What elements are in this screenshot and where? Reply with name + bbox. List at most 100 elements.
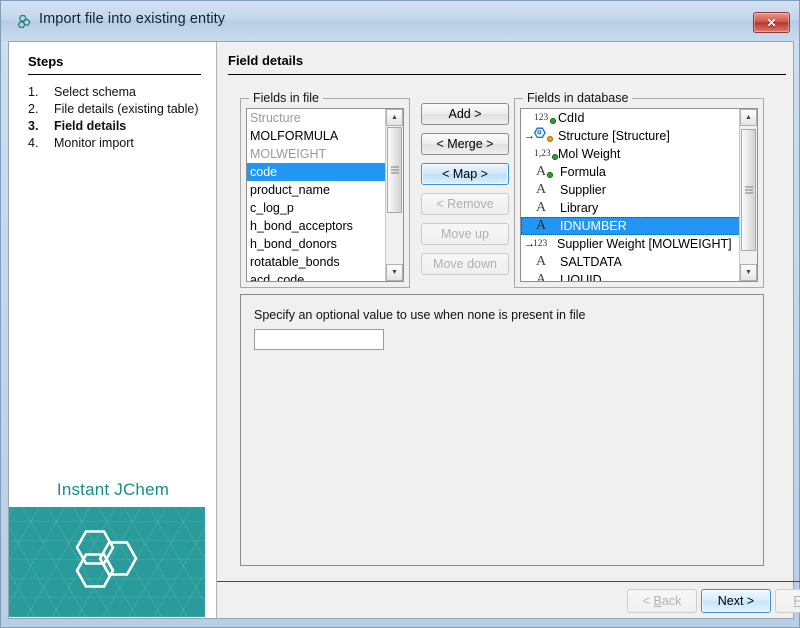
list-item[interactable]: h_bond_acceptors bbox=[247, 217, 386, 235]
merge-button[interactable]: < Merge > bbox=[421, 133, 509, 155]
list-item[interactable]: c_log_p bbox=[247, 199, 386, 217]
map-arrow-icon: → bbox=[524, 127, 533, 145]
field-label: LIQUID bbox=[560, 271, 602, 281]
field-label: Structure [Structure] bbox=[558, 127, 670, 145]
scroll-grip-icon bbox=[745, 187, 753, 194]
list-item[interactable]: → 123 Supplier Weight [MOLWEIGHT] bbox=[521, 235, 740, 253]
footer-separator bbox=[217, 581, 800, 582]
close-icon: ✕ bbox=[754, 13, 789, 32]
move-up-button: Move up bbox=[421, 223, 509, 245]
hexagon-logo-icon bbox=[64, 524, 150, 601]
list-item[interactable]: A Library bbox=[521, 199, 740, 217]
page-title-rule bbox=[228, 74, 786, 75]
optional-value-panel: Specify an optional value to use when no… bbox=[240, 294, 764, 566]
finish-mnemonic: F bbox=[793, 594, 800, 608]
fields-in-database-items: 123 CdId → bbox=[521, 109, 740, 281]
back-mnemonic: B bbox=[653, 594, 661, 608]
brand-banner bbox=[9, 507, 205, 617]
optional-value-input[interactable] bbox=[254, 329, 384, 350]
field-label: CdId bbox=[558, 109, 584, 127]
fields-in-file-listbox[interactable]: Structure MOLFORMULA MOLWEIGHT code prod… bbox=[246, 108, 404, 282]
steps-sidebar: Steps 1. Select schema 2. File details (… bbox=[9, 42, 217, 618]
next-button[interactable]: Next > bbox=[701, 589, 771, 613]
numeric-123-icon: 123 bbox=[533, 109, 558, 127]
optional-value-label: Specify an optional value to use when no… bbox=[254, 308, 585, 322]
field-label: Formula bbox=[560, 163, 606, 181]
fields-in-database-scrollbar[interactable]: ▲ ▼ bbox=[739, 109, 757, 281]
scroll-up-icon[interactable]: ▲ bbox=[740, 109, 757, 126]
field-label: Mol Weight bbox=[558, 145, 620, 163]
list-item[interactable]: A LIQUID bbox=[521, 271, 740, 281]
step-item-1: 1. Select schema bbox=[28, 84, 208, 100]
step-item-2: 2. File details (existing table) bbox=[28, 101, 208, 117]
scroll-thumb[interactable] bbox=[387, 127, 402, 213]
list-item[interactable]: acd_code bbox=[247, 271, 386, 281]
steps-list: 1. Select schema 2. File details (existi… bbox=[28, 84, 208, 152]
list-item[interactable]: product_name bbox=[247, 181, 386, 199]
field-label: SALTDATA bbox=[560, 253, 622, 271]
remove-button: < Remove bbox=[421, 193, 509, 215]
move-down-button: Move down bbox=[421, 253, 509, 275]
back-button: < Back bbox=[627, 589, 697, 613]
step-label: Field details bbox=[54, 118, 208, 134]
window-title: Import file into existing entity bbox=[39, 11, 225, 27]
main-panel: Field details Fields in file Structure M… bbox=[217, 42, 793, 618]
fields-in-file-scrollbar[interactable]: ▲ ▼ bbox=[385, 109, 403, 281]
list-item[interactable]: A Formula bbox=[521, 163, 740, 181]
finish-button: Finish bbox=[775, 589, 800, 613]
list-item[interactable]: 123 CdId bbox=[521, 109, 740, 127]
step-label: Monitor import bbox=[54, 135, 208, 151]
field-label: IDNUMBER bbox=[560, 217, 627, 235]
back-label-pre: < bbox=[643, 594, 654, 608]
step-label: Select schema bbox=[54, 84, 208, 100]
dialog-window: Import file into existing entity ✕ Steps… bbox=[0, 0, 800, 628]
step-number: 1. bbox=[28, 84, 54, 100]
step-number: 2. bbox=[28, 101, 54, 117]
map-button[interactable]: < Map > bbox=[421, 163, 509, 185]
numeric-decimal-icon: 1,23 bbox=[533, 145, 558, 163]
text-field-icon: A bbox=[533, 271, 560, 281]
scroll-down-icon[interactable]: ▼ bbox=[386, 264, 403, 281]
fields-in-database-group: Fields in database 123 CdId → bbox=[514, 98, 764, 288]
map-arrow-icon: → bbox=[524, 235, 533, 253]
back-label-post: ack bbox=[662, 594, 681, 608]
list-item[interactable]: A SALTDATA bbox=[521, 253, 740, 271]
list-item[interactable]: h_bond_donors bbox=[247, 235, 386, 253]
add-button[interactable]: Add > bbox=[421, 103, 509, 125]
list-item[interactable]: A IDNUMBER bbox=[521, 217, 740, 235]
title-bar: Import file into existing entity ✕ bbox=[1, 1, 799, 41]
structure-hexagon-icon bbox=[533, 127, 558, 145]
list-item[interactable]: MOLFORMULA bbox=[247, 127, 386, 145]
page-title: Field details bbox=[228, 53, 303, 68]
steps-heading: Steps bbox=[28, 54, 63, 69]
text-field-icon: A bbox=[533, 217, 560, 235]
list-item[interactable]: 1,23 Mol Weight bbox=[521, 145, 740, 163]
scroll-up-icon[interactable]: ▲ bbox=[386, 109, 403, 126]
close-button[interactable]: ✕ bbox=[753, 12, 790, 33]
text-field-icon: A bbox=[533, 253, 560, 271]
text-field-icon: A bbox=[533, 181, 560, 199]
step-number: 3. bbox=[28, 118, 54, 134]
hexagon-cluster-icon bbox=[15, 13, 33, 31]
fields-in-database-listbox[interactable]: 123 CdId → bbox=[520, 108, 758, 282]
fields-in-file-group: Fields in file Structure MOLFORMULA MOLW… bbox=[240, 98, 410, 288]
steps-divider-rule bbox=[28, 74, 201, 75]
list-item[interactable]: rotatable_bonds bbox=[247, 253, 386, 271]
field-label: Library bbox=[560, 199, 598, 217]
list-item[interactable]: → Structure [Structure] bbox=[521, 127, 740, 145]
fields-in-file-legend: Fields in file bbox=[249, 91, 323, 105]
scroll-down-icon[interactable]: ▼ bbox=[740, 264, 757, 281]
brand-name: Instant JChem bbox=[9, 480, 217, 500]
fields-in-database-legend: Fields in database bbox=[523, 91, 632, 105]
fields-in-file-items: Structure MOLFORMULA MOLWEIGHT code prod… bbox=[247, 109, 386, 281]
list-item[interactable]: code bbox=[247, 163, 386, 181]
list-item[interactable]: A Supplier bbox=[521, 181, 740, 199]
list-item[interactable]: Structure bbox=[247, 109, 386, 127]
field-label: Supplier bbox=[560, 181, 606, 199]
step-item-3: 3. Field details bbox=[28, 118, 208, 134]
dialog-client-area: Steps 1. Select schema 2. File details (… bbox=[8, 41, 794, 619]
list-item[interactable]: MOLWEIGHT bbox=[247, 145, 386, 163]
step-item-4: 4. Monitor import bbox=[28, 135, 208, 151]
scroll-thumb[interactable] bbox=[741, 129, 756, 251]
field-label: Supplier Weight [MOLWEIGHT] bbox=[557, 235, 732, 253]
